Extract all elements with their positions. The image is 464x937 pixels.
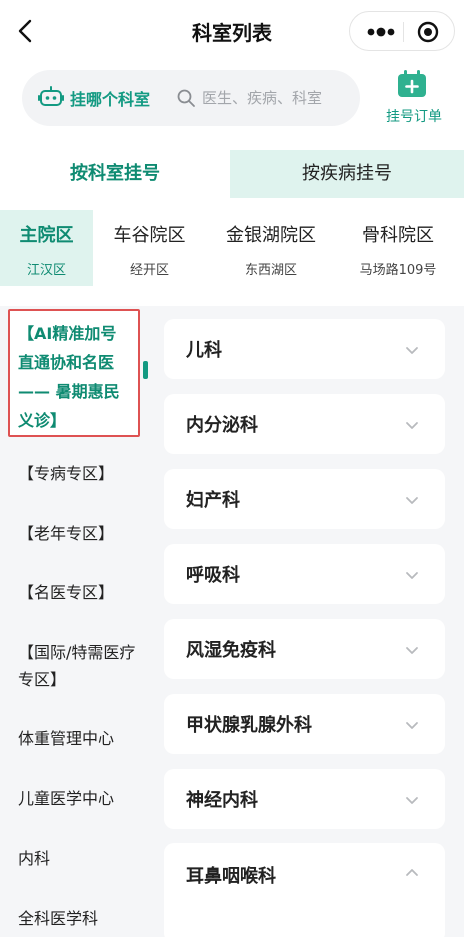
campus-name: 主院区	[19, 225, 74, 246]
department-name: 妇产科	[186, 490, 240, 511]
department-name: 内分泌科	[186, 415, 258, 436]
department-card-pediatrics[interactable]: 儿科	[164, 319, 445, 379]
campus-district: 经开区	[129, 263, 169, 278]
chevron-up-icon	[406, 869, 418, 876]
target-circle-icon[interactable]	[412, 19, 446, 45]
category-sidebar: 【AI精准加号直通协和名医—— 暑期惠民义诊】 【专病专区】 【老年专区】 【名…	[0, 306, 148, 937]
calendar-plus-icon	[398, 70, 426, 97]
campus-name: 车谷院区	[113, 225, 186, 246]
chevron-down-icon	[406, 422, 418, 429]
department-name: 甲状腺乳腺外科	[186, 715, 312, 736]
department-name: 神经内科	[186, 790, 258, 811]
campus-orthopedics[interactable]: 骨科院区 马场路109号	[336, 210, 460, 286]
search-row: 挂哪个科室 挂号订单	[0, 66, 464, 136]
search-icon	[177, 89, 195, 107]
department-card-obstetrics[interactable]: 妇产科	[164, 469, 445, 529]
chevron-down-icon	[406, 647, 418, 654]
campus-selector: 主院区 江汉区 车谷院区 经开区 金银湖院区 东西湖区 骨科院区 马场路109号	[0, 210, 464, 286]
tab-by-department[interactable]: 按科室挂号	[0, 150, 230, 198]
department-card-respiratory[interactable]: 呼吸科	[164, 544, 445, 604]
sidebar-item-internal-medicine[interactable]: 内科	[18, 845, 142, 872]
campus-name: 金银湖院区	[226, 225, 316, 246]
department-name: 儿科	[186, 340, 222, 361]
sidebar-item-elderly[interactable]: 【老年专区】	[18, 520, 142, 547]
tab-by-disease[interactable]: 按疾病挂号	[230, 150, 464, 198]
sidebar-item-weight-management[interactable]: 体重管理中心	[18, 725, 142, 752]
department-card-ent[interactable]: 耳鼻咽喉科	[164, 843, 445, 937]
chevron-down-icon	[406, 722, 418, 729]
campus-jinyinhu[interactable]: 金银湖院区 东西湖区	[206, 210, 336, 286]
campus-district: 东西湖区	[244, 263, 297, 278]
registration-orders-button[interactable]: 挂号订单	[378, 68, 450, 128]
search-input[interactable]	[202, 82, 352, 114]
department-card-thyroid-breast-surgery[interactable]: 甲状腺乳腺外科	[164, 694, 445, 754]
registration-mode-tabs: 按科室挂号 按疾病挂号	[0, 150, 464, 198]
capsule-divider	[403, 22, 404, 42]
chevron-down-icon	[406, 797, 418, 804]
chevron-down-icon	[406, 347, 418, 354]
campus-chegu[interactable]: 车谷院区 经开区	[93, 210, 206, 286]
chevron-down-icon	[406, 497, 418, 504]
campus-district: 马场路109号	[359, 263, 437, 278]
sidebar-item-ai-clinic[interactable]: 【AI精准加号直通协和名医—— 暑期惠民义诊】	[8, 309, 140, 437]
ai-assistant-label[interactable]: 挂哪个科室	[70, 86, 150, 110]
search-box[interactable]: 挂哪个科室	[22, 70, 360, 126]
campus-main[interactable]: 主院区 江汉区	[0, 210, 93, 286]
campus-name: 骨科院区	[362, 225, 434, 246]
nav-bar: 科室列表	[0, 0, 464, 62]
robot-icon	[38, 86, 64, 106]
department-card-rheumatology[interactable]: 风湿免疫科	[164, 619, 445, 679]
sidebar-item-specialty[interactable]: 【专病专区】	[18, 460, 142, 487]
sidebar-item-general-medicine[interactable]: 全科医学科	[18, 905, 142, 932]
registration-orders-label: 挂号订单	[386, 109, 442, 125]
department-name: 呼吸科	[186, 565, 240, 586]
sidebar-item-famous-doctors[interactable]: 【名医专区】	[18, 579, 142, 606]
department-name: 风湿免疫科	[186, 640, 276, 661]
sidebar-item-international[interactable]: 【国际/特需医疗专区】	[18, 639, 142, 693]
department-card-neurology[interactable]: 神经内科	[164, 769, 445, 829]
sidebar-item-children[interactable]: 儿童医学中心	[18, 785, 142, 812]
department-card-endocrinology[interactable]: 内分泌科	[164, 394, 445, 454]
campus-district: 江汉区	[26, 263, 66, 278]
chevron-down-icon	[406, 572, 418, 579]
mini-program-capsule	[349, 11, 455, 51]
department-name: 耳鼻咽喉科	[186, 866, 276, 887]
department-list: 儿科 内分泌科 妇产科 呼吸科 风湿免疫科 甲状腺乳腺外科 神经内科 耳鼻咽喉科	[148, 306, 464, 937]
more-dots-icon[interactable]	[358, 20, 402, 44]
